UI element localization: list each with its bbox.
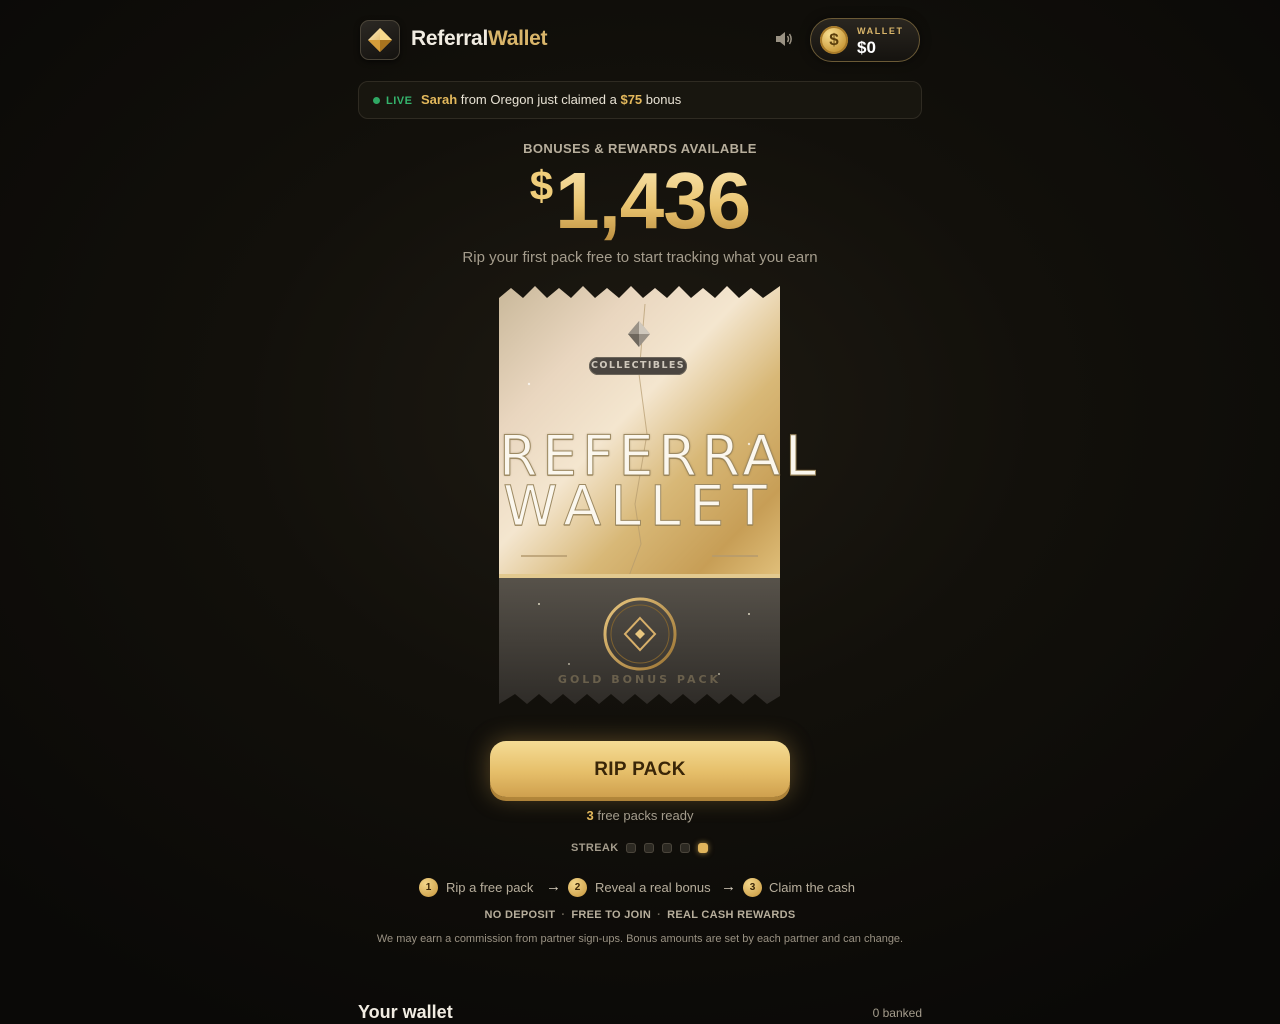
live-indicator-dot: [373, 97, 380, 104]
dollar-coin-icon: $: [820, 26, 848, 54]
separator: ·: [561, 909, 566, 921]
arrow-right-icon: →: [721, 878, 736, 895]
live-amount: $75: [620, 92, 643, 107]
trust-item: REAL CASH REWARDS: [667, 909, 796, 921]
trust-item: FREE TO JOIN: [571, 909, 652, 921]
streak-dot: [680, 843, 690, 853]
brand-part2: Wallet: [487, 27, 548, 50]
live-label: LIVE: [386, 95, 413, 107]
live-user-name: Sarah: [421, 92, 458, 107]
wallet-label: WALLET: [857, 26, 904, 36]
wallet-banked-count: 0 banked: [872, 1006, 922, 1020]
speaker-icon[interactable]: [774, 30, 794, 48]
arrow-right-icon: →: [546, 878, 561, 895]
step-text: Rip a free pack: [446, 880, 534, 895]
hero-label: BONUSES & REWARDS AVAILABLE: [523, 141, 757, 156]
disclaimer: We may earn a commission from partner si…: [376, 933, 904, 945]
app-root: ReferralWallet $ WALLET $0 LIVE Sarah fr…: [0, 0, 1280, 1024]
free-packs-count: 3: [586, 808, 594, 823]
hero-currency: $: [529, 162, 554, 209]
streak-dot: [662, 843, 672, 853]
hero-value: 1,436: [555, 156, 751, 245]
live-message: Sarah from Oregon just claimed a $75 bon…: [421, 82, 681, 118]
streak-label: STREAK: [571, 842, 619, 854]
trust-item: NO DEPOSIT: [484, 909, 556, 921]
logo[interactable]: [360, 20, 400, 60]
wallet-value: $0: [857, 38, 876, 57]
step-number: 2: [568, 878, 587, 897]
wallet-balance-button[interactable]: $ WALLET $0: [810, 18, 920, 62]
streak-dot: [626, 843, 636, 853]
step-text: Claim the cash: [769, 880, 855, 895]
brand-part1: Referral: [411, 27, 488, 50]
pack-title-line2: WALLET: [503, 474, 776, 539]
free-packs-counter: 3 free packs ready: [0, 808, 1280, 823]
streak-dot: [698, 843, 708, 853]
step-text: Reveal a real bonus: [595, 880, 711, 895]
gold-bonus-pack[interactable]: COLLECTIBLES REFERRAL WALLET GOLD BONUS …: [499, 284, 816, 706]
free-packs-text: free packs ready: [597, 808, 694, 823]
brand-name: ReferralWallet: [411, 27, 548, 51]
streak-dot: [644, 843, 654, 853]
pack-footer-label: GOLD BONUS PACK: [557, 673, 722, 686]
live-activity-ticker: LIVE Sarah from Oregon just claimed a $7…: [358, 81, 922, 119]
separator: ·: [657, 909, 662, 921]
rip-pack-button[interactable]: RIP PACK: [490, 741, 790, 797]
wallet-section-title: Your wallet: [358, 1002, 453, 1022]
hero-subtitle: Rip your first pack free to start tracki…: [462, 249, 818, 266]
live-text-middle: from Oregon just claimed a: [460, 92, 617, 107]
trust-badges: NO DEPOSIT · FREE TO JOIN · REAL CASH REWARD…: [0, 909, 1280, 921]
step-number: 1: [419, 878, 438, 897]
pack-collectibles-tag: COLLECTIBLES: [589, 357, 687, 375]
step-number: 3: [743, 878, 762, 897]
live-text-end: bonus: [645, 92, 682, 107]
hero-amount: $1,436: [0, 156, 1280, 246]
header: ReferralWallet $ WALLET $0: [358, 18, 922, 64]
diamond-gem-icon: [368, 28, 392, 52]
